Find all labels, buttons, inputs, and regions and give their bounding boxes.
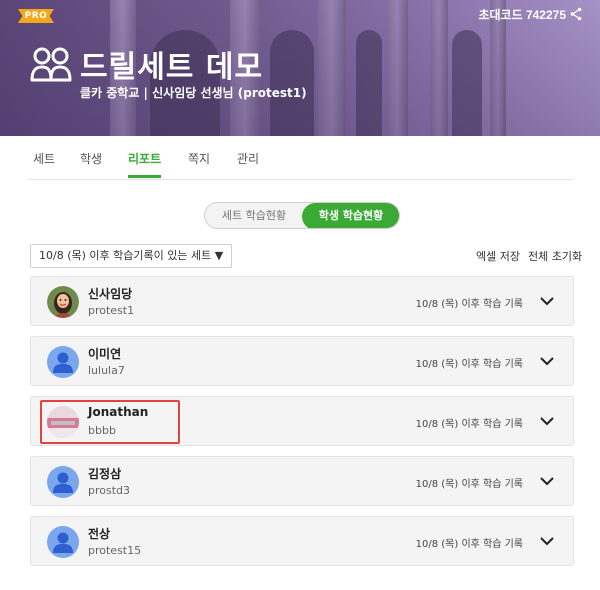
default-user-icon [53,472,73,493]
report-view-toggle: 세트 학습현황 학생 학습현황 [204,202,400,229]
tab-sets[interactable]: 세트 [33,150,55,177]
chevron-down-icon[interactable] [539,415,555,427]
student-id: protest1 [88,304,135,317]
student-id: protest15 [88,544,142,557]
highlight-box [40,400,180,444]
student-id: lulula7 [88,364,125,377]
student-card[interactable]: 전상 protest15 10/8 (목) 이후 학습 기록 [30,516,574,566]
avatar [47,526,79,558]
student-name: 김정삼 [88,467,122,481]
invite-code[interactable]: 초대코드 742275 [478,6,566,23]
chevron-down-icon[interactable] [539,295,555,307]
student-id: prostd3 [88,484,131,497]
avatar [47,466,79,498]
record-filter-label: 10/8 (목) 이후 학습 기록 [415,359,523,370]
student-name: 신사임당 [88,287,133,301]
share-icon[interactable] [570,7,582,21]
student-card[interactable]: 이미연 lulula7 10/8 (목) 이후 학습 기록 [30,336,574,386]
tab-notes[interactable]: 쪽지 [188,150,210,177]
chevron-down-icon[interactable] [539,355,555,367]
default-user-icon [53,532,73,553]
record-filter-label: 10/8 (목) 이후 학습 기록 [415,539,523,550]
tab-report[interactable]: 리포트 [128,150,162,178]
student-name: 이미연 [88,347,122,361]
student-card[interactable]: 김정삼 prostd3 10/8 (목) 이후 학습 기록 [30,456,574,506]
student-card[interactable]: Jonathan bbbb 10/8 (목) 이후 학습 기록 [30,396,574,446]
record-filter-label: 10/8 (목) 이후 학습 기록 [415,299,523,310]
class-subtitle: 클카 중학교 | 신사임당 선생님 (protest1) [80,86,307,100]
chevron-down-icon[interactable] [539,475,555,487]
portrait-avatar-icon [47,286,79,318]
tab-manage[interactable]: 관리 [237,150,259,177]
chevron-down-icon[interactable] [539,535,555,547]
avatar [47,346,79,378]
student-progress-toggle[interactable]: 학생 학습현황 [302,203,399,228]
class-tabs: 세트 학생 리포트 쪽지 관리 [28,136,574,180]
default-user-icon [53,352,73,373]
export-excel-link[interactable]: 엑셀 저장 [476,248,520,264]
pro-badge: PRO [18,9,54,23]
class-title: 드릴세트 데모 [80,50,264,85]
student-name: 전상 [88,527,111,541]
set-filter-dropdown[interactable]: 10/8 (목) 이후 학습기록이 있는 세트 ▼ [30,244,233,268]
set-progress-toggle[interactable]: 세트 학습현황 [205,203,303,228]
reset-all-link[interactable]: 전체 초기화 [528,248,582,264]
student-card[interactable]: 신사임당 protest1 10/8 (목) 이후 학습 기록 [30,276,574,326]
class-banner: PRO 초대코드 742275 드릴세트 데모 클카 중학교 | 신사임당 선생… [0,0,600,136]
students-icon [30,47,72,82]
record-filter-label: 10/8 (목) 이후 학습 기록 [415,419,523,430]
tab-students[interactable]: 학생 [80,150,102,177]
record-filter-label: 10/8 (목) 이후 학습 기록 [415,479,523,490]
avatar [47,286,79,318]
